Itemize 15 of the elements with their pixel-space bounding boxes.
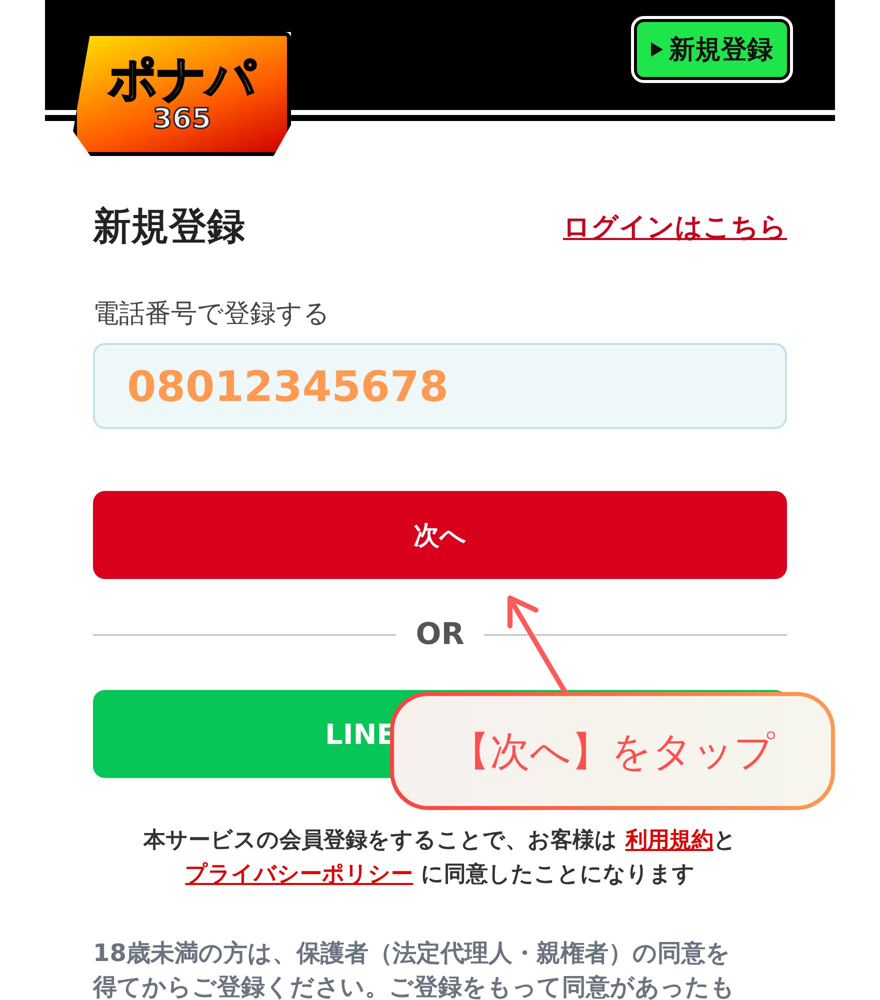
- play-icon: [651, 42, 663, 56]
- policy-link[interactable]: 利用規約: [625, 828, 714, 853]
- callout-text: 【次へ】をタップ: [450, 728, 775, 776]
- consent-text: に同意したことになります: [420, 862, 695, 887]
- divider-label: OR: [416, 617, 464, 652]
- notice-text: 得てからご登録ください。ご登録をもって同意があったも: [93, 972, 736, 1000]
- field-label: 電話番号で登録する: [93, 298, 331, 331]
- page-title: 新規登録: [93, 203, 245, 250]
- policy-link[interactable]: プライバシーポリシー: [185, 862, 414, 887]
- notice-text: 18歳未満の方は、保護者（法定代理人・親権者）の同意を: [93, 938, 732, 969]
- login-link[interactable]: ログインはこちら: [563, 208, 787, 244]
- next-button[interactable]: 次へ: [93, 491, 787, 579]
- consent-text: と: [713, 828, 736, 853]
- consent-text: 本サービスの会員登録をすることで、お客様は: [144, 828, 619, 853]
- logo: ポナパ 365: [73, 32, 291, 156]
